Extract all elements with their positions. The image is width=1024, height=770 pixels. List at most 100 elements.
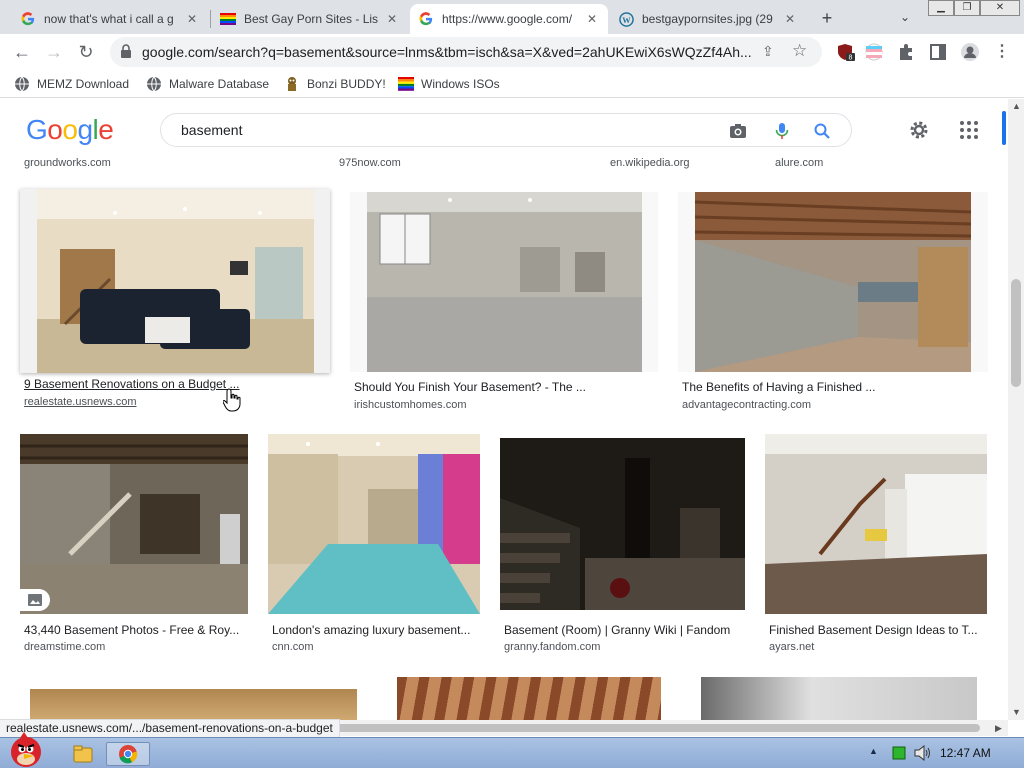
luxury-pool-basement-image [268, 434, 480, 614]
search-input[interactable] [181, 122, 721, 138]
browser-toolbar: ← → ↻ google.com/search?q=basement&sourc… [0, 34, 1024, 70]
result-source[interactable]: advantagecontracting.com [682, 399, 811, 411]
profile-avatar-icon[interactable] [960, 42, 980, 62]
result-thumbnail[interactable] [765, 434, 987, 614]
browser-menu-icon[interactable]: ⋮ [994, 42, 1010, 62]
result-thumbnail[interactable] [397, 677, 661, 720]
result-thumbnail[interactable] [20, 189, 330, 373]
start-button-angry-bird-icon[interactable] [2, 732, 50, 768]
bookmark-bonzi[interactable]: Bonzi BUDDY! [284, 75, 386, 93]
result-thumbnail[interactable] [701, 677, 977, 720]
apps-grid-icon[interactable] [958, 119, 980, 141]
forward-button[interactable]: → [42, 40, 66, 64]
extension-shield-icon[interactable]: 8 [836, 42, 856, 62]
bookmark-windows-isos[interactable]: Windows ISOs [398, 75, 500, 93]
close-icon[interactable]: ✕ [384, 11, 400, 27]
scroll-down-arrow-icon[interactable]: ▼ [1012, 707, 1021, 717]
result-source[interactable]: realestate.usnews.com [24, 396, 137, 408]
image-result-card[interactable]: Should You Finish Your Basement? - The .… [350, 192, 660, 418]
show-hidden-icons-arrow-icon[interactable]: ▲ [869, 746, 878, 770]
tab-search-chevron-icon[interactable]: ⌄ [896, 8, 914, 26]
tab-3-active[interactable]: https://www.google.com/ ✕ [410, 4, 608, 34]
globe-icon [147, 76, 161, 92]
close-window-button[interactable]: ✕ [980, 0, 1020, 16]
side-panel-icon[interactable] [928, 42, 948, 62]
result-source[interactable]: ayars.net [769, 641, 814, 653]
image-result-card[interactable]: The Benefits of Having a Finished ... ad… [678, 192, 988, 418]
image-result-card[interactable]: 43,440 Basement Photos - Free & Roy... d… [20, 434, 248, 660]
google-logo[interactable]: Google [26, 114, 114, 146]
google-icon [20, 11, 36, 27]
minimize-button[interactable]: ▁ [928, 0, 954, 16]
scroll-up-arrow-icon[interactable]: ▲ [1012, 101, 1021, 111]
google-icon [418, 11, 434, 27]
result-source[interactable]: cnn.com [272, 641, 314, 653]
result-thumbnail[interactable] [268, 434, 480, 614]
tab-separator [210, 10, 211, 28]
result-thumbnail[interactable] [678, 192, 988, 372]
url-text[interactable]: google.com/search?q=basement&source=lnms… [142, 44, 752, 60]
bookmark-memz[interactable]: MEMZ Download [14, 75, 129, 93]
image-result-card[interactable]: Basement (Room) | Granny Wiki | Fandom g… [500, 438, 746, 660]
file-explorer-icon[interactable] [72, 742, 94, 766]
result-thumbnail[interactable] [20, 434, 248, 614]
address-bar[interactable]: google.com/search?q=basement&source=lnms… [110, 37, 822, 67]
image-type-icon [28, 594, 42, 606]
tab-title: https://www.google.com/ [442, 12, 573, 26]
bookmark-malware-db[interactable]: Malware Database [146, 75, 269, 93]
network-tray-icon[interactable] [892, 746, 906, 760]
hand-cursor-icon [223, 388, 241, 412]
share-icon[interactable]: ⇪ [762, 43, 774, 60]
reload-button[interactable]: ↻ [74, 40, 98, 64]
image-result-card[interactable] [397, 677, 661, 720]
result-thumbnail[interactable] [30, 689, 357, 720]
vertical-scroll-thumb[interactable] [1011, 279, 1021, 387]
result-caption[interactable]: London's amazing luxury basement... [272, 623, 480, 637]
search-icon[interactable] [813, 122, 831, 140]
result-source-top[interactable]: 975now.com [339, 157, 401, 169]
result-caption[interactable]: 9 Basement Renovations on a Budget ... [24, 377, 324, 391]
bookmark-label: Windows ISOs [421, 77, 500, 91]
taskbar-chrome-button[interactable] [106, 742, 150, 766]
bookmark-star-icon[interactable]: ☆ [792, 41, 807, 61]
close-icon[interactable]: ✕ [184, 11, 200, 27]
result-caption[interactable]: Basement (Room) | Granny Wiki | Fandom [504, 623, 744, 637]
lock-icon[interactable] [120, 44, 132, 58]
image-result-card[interactable] [701, 677, 977, 720]
taskbar-clock[interactable]: 12:47 AM [940, 746, 991, 760]
result-thumbnail[interactable] [500, 438, 745, 610]
result-thumbnail[interactable] [350, 192, 658, 372]
result-caption[interactable]: The Benefits of Having a Finished ... [682, 380, 982, 394]
restore-button[interactable]: ❐ [954, 0, 980, 16]
tab-4[interactable]: W bestgaypornsites.jpg (29 ✕ [610, 4, 806, 34]
result-caption[interactable]: Finished Basement Design Ideas to T... [769, 623, 985, 637]
close-icon[interactable]: ✕ [584, 11, 600, 27]
volume-tray-icon[interactable] [914, 745, 932, 761]
scroll-right-arrow-icon[interactable]: ▶ [995, 723, 1002, 734]
globe-icon [15, 76, 29, 92]
close-icon[interactable]: ✕ [782, 11, 798, 27]
tab-2[interactable]: Best Gay Porn Sites - List ✕ [212, 4, 408, 34]
extension-flag-icon[interactable] [864, 42, 884, 62]
result-caption[interactable]: 43,440 Basement Photos - Free & Roy... [24, 623, 246, 637]
result-source[interactable]: dreamstime.com [24, 641, 105, 653]
image-result-card[interactable]: Finished Basement Design Ideas to T... a… [765, 434, 987, 660]
settings-gear-icon[interactable] [908, 119, 930, 141]
back-button[interactable]: ← [10, 40, 34, 64]
result-source-top[interactable]: groundworks.com [24, 157, 111, 169]
image-result-card[interactable] [30, 689, 357, 720]
result-source[interactable]: irishcustomhomes.com [354, 399, 466, 411]
result-source-top[interactable]: alure.com [775, 157, 823, 169]
result-source[interactable]: granny.fandom.com [504, 641, 600, 653]
camera-search-icon[interactable] [729, 122, 747, 140]
vertical-scrollbar[interactable]: ▲ ▼ [1008, 99, 1024, 720]
microphone-icon[interactable] [773, 122, 791, 140]
image-result-card[interactable]: 9 Basement Renovations on a Budget ... r… [20, 189, 330, 415]
extensions-puzzle-icon[interactable] [896, 42, 916, 62]
new-tab-button[interactable]: + [816, 7, 838, 29]
tab-1[interactable]: now that's what i call a g ✕ [12, 4, 208, 34]
result-source-top[interactable]: en.wikipedia.org [610, 157, 690, 169]
image-result-card[interactable]: London's amazing luxury basement... cnn.… [268, 434, 482, 660]
result-caption[interactable]: Should You Finish Your Basement? - The .… [354, 380, 654, 394]
windows-flag-icon [398, 77, 414, 91]
